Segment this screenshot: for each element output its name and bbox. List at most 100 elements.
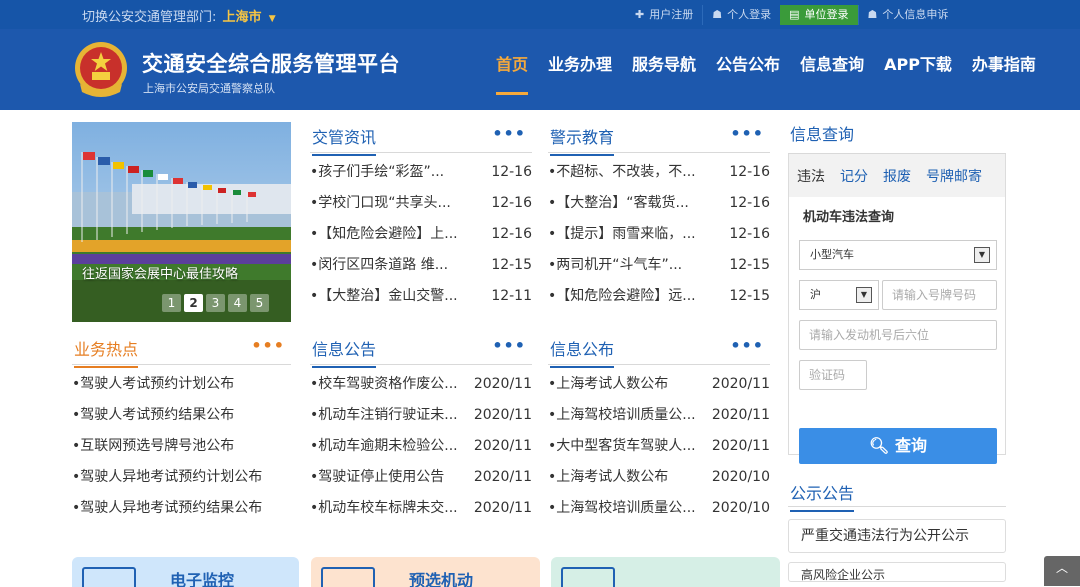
panel-title[interactable]: 信息公布 (550, 336, 615, 368)
list-item-title[interactable]: •孩子们手绘“彩盔”... (310, 157, 444, 188)
list-item-title[interactable]: •驾驶人异地考试预约结果公布 (72, 493, 262, 524)
list-item[interactable]: •驾驶人异地考试预约结果公布 (72, 493, 291, 524)
list-item[interactable]: •驾驶人考试预约结果公布 (72, 400, 291, 431)
list-item-title[interactable]: •不超标、不改装，不... (548, 157, 696, 188)
list-item-title[interactable]: •【提示】雨雪来临，... (548, 219, 696, 250)
list-item-title[interactable]: •机动车校车标牌未交... (310, 493, 458, 524)
service-card-third[interactable] (551, 557, 780, 587)
list-item-title[interactable]: •驾驶证停止使用公告 (310, 462, 444, 493)
panel-title[interactable]: 交管资讯 (312, 124, 377, 156)
list-item[interactable]: •【大整治】金山交警... 12-11 (310, 281, 532, 312)
nav-app-download[interactable]: APP下载 (874, 51, 962, 75)
list-item-title[interactable]: •上海考试人数公布 (548, 369, 668, 400)
list-item[interactable]: •【知危险会避险】远... 12-15 (548, 281, 770, 312)
department-switcher[interactable]: 切换公安交通管理部门: 上海市 ▼ (82, 6, 276, 25)
list-item[interactable]: •【知危险会避险】上... 12-16 (310, 219, 532, 250)
carousel-caption[interactable]: 往返国家会展中心最佳攻略 (82, 263, 238, 282)
list-item[interactable]: •【大整治】“客载货... 12-16 (548, 188, 770, 219)
nav-announcements[interactable]: 公告公布 (706, 51, 790, 75)
more-icon[interactable]: ••• (730, 336, 764, 355)
query-button[interactable]: 🔍︎ 查询 (799, 428, 997, 464)
list-item[interactable]: •孩子们手绘“彩盔”... 12-16 (310, 157, 532, 188)
list-item[interactable]: •上海考试人数公布 2020/11 (548, 369, 770, 400)
list-item[interactable]: •驾驶人异地考试预约计划公布 (72, 462, 291, 493)
panel-title[interactable]: 信息公告 (312, 336, 377, 368)
nav-service-guide[interactable]: 服务导航 (622, 51, 706, 75)
nav-info-query[interactable]: 信息查询 (790, 51, 874, 75)
list-item[interactable]: •大中型客货车驾驶人... 2020/11 (548, 431, 770, 462)
list-item[interactable]: •上海驾校培训质量公... 2020/11 (548, 400, 770, 431)
more-icon[interactable]: ••• (492, 124, 526, 143)
service-card-plate[interactable]: 预选机动 (311, 557, 540, 587)
panel-title[interactable]: 警示教育 (550, 124, 615, 156)
carousel-page-2[interactable]: 2 (184, 294, 203, 312)
notice-item[interactable]: 严重交通违法行为公开公示 (788, 519, 1006, 553)
back-to-top-button[interactable]: ︿ (1044, 556, 1080, 586)
list-item-title[interactable]: •上海驾校培训质量公... (548, 493, 696, 524)
list-item[interactable]: •闵行区四条道路 维... 12-15 (310, 250, 532, 281)
list-item-title[interactable]: •学校门口现“共享头... (310, 188, 451, 219)
list-item-title[interactable]: •机动车注销行驶证未... (310, 400, 458, 431)
list-item-title[interactable]: •上海驾校培训质量公... (548, 400, 696, 431)
tab-scrap[interactable]: 报废 (883, 166, 911, 186)
carousel-page-1[interactable]: 1 (162, 294, 181, 312)
dropdown-arrow-icon[interactable]: ▼ (856, 287, 872, 303)
list-item-title[interactable]: •两司机开“斗气车”... (548, 250, 682, 281)
list-item-title[interactable]: •驾驶人考试预约结果公布 (72, 400, 234, 431)
city-selector[interactable]: 上海市 (223, 10, 262, 25)
company-login-link[interactable]: ▤ 单位登录 (780, 5, 858, 25)
captcha-input[interactable]: 验证码 (799, 360, 867, 390)
more-icon[interactable]: ••• (251, 336, 285, 355)
list-item-title[interactable]: •【知危险会避险】远... (548, 281, 696, 312)
tab-points[interactable]: 记分 (840, 166, 868, 186)
vehicle-type-select[interactable]: 小型汽车 ▼ (799, 240, 997, 270)
personal-login-link[interactable]: ☗ 个人登录 (702, 5, 780, 25)
list-item[interactable]: •机动车逾期未检验公... 2020/11 (310, 431, 532, 462)
list-item[interactable]: •机动车注销行驶证未... 2020/11 (310, 400, 532, 431)
list-item[interactable]: •上海驾校培训质量公... 2020/10 (548, 493, 770, 524)
news-carousel[interactable]: 往返国家会展中心最佳攻略 1 2 3 4 5 (72, 122, 291, 322)
list-item-title[interactable]: •校车驾驶资格作废公... (310, 369, 458, 400)
list-item-title[interactable]: •驾驶人异地考试预约计划公布 (72, 462, 262, 493)
panel-title[interactable]: 业务热点 (74, 336, 139, 368)
tab-violation[interactable]: 违法 (797, 166, 825, 186)
list-item-title[interactable]: •【大整治】“客载货... (548, 188, 689, 219)
engine-number-input[interactable]: 请输入发动机号后六位 (799, 320, 997, 350)
list-item-title[interactable]: •驾驶人考试预约计划公布 (72, 369, 234, 400)
plate-number-input[interactable]: 请输入号牌号码 (882, 280, 997, 310)
list-item[interactable]: •机动车校车标牌未交... 2020/11 (310, 493, 532, 524)
nav-guide[interactable]: 办事指南 (962, 51, 1046, 75)
nav-business[interactable]: 业务办理 (538, 51, 622, 75)
list-item[interactable]: •【提示】雨雪来临，... 12-16 (548, 219, 770, 250)
list-item[interactable]: •驾驶人考试预约计划公布 (72, 369, 291, 400)
list-item[interactable]: •学校门口现“共享头... 12-16 (310, 188, 532, 219)
nav-home[interactable]: 首页 (486, 51, 538, 95)
list-item[interactable]: •驾驶证停止使用公告 2020/11 (310, 462, 532, 493)
carousel-page-5[interactable]: 5 (250, 294, 269, 312)
plate-prefix-select[interactable]: 沪 ▼ (799, 280, 879, 310)
caret-down-icon[interactable]: ▼ (269, 14, 276, 24)
list-item-title[interactable]: •闵行区四条道路 维... (310, 250, 448, 281)
service-card-camera[interactable]: 电子监控 (72, 557, 299, 587)
list-item[interactable]: •两司机开“斗气车”... 12-15 (548, 250, 770, 281)
notice-item[interactable]: 高风险企业公示 (788, 562, 1006, 582)
list-item[interactable]: •不超标、不改装，不... 12-16 (548, 157, 770, 188)
carousel-page-4[interactable]: 4 (228, 294, 247, 312)
more-icon[interactable]: ••• (492, 336, 526, 355)
list-item[interactable]: •上海考试人数公布 2020/10 (548, 462, 770, 493)
public-notice-title[interactable]: 公示公告 (790, 480, 855, 512)
list-item-title[interactable]: •【大整治】金山交警... (310, 281, 458, 312)
list-item-title[interactable]: •互联网预选号牌号池公布 (72, 431, 234, 462)
list-item-title[interactable]: •【知危险会避险】上... (310, 219, 458, 250)
dropdown-arrow-icon[interactable]: ▼ (974, 247, 990, 263)
appeal-link[interactable]: ☗ 个人信息申诉 (857, 5, 958, 25)
list-item[interactable]: •互联网预选号牌号池公布 (72, 431, 291, 462)
carousel-page-3[interactable]: 3 (206, 294, 225, 312)
tab-plate-mail[interactable]: 号牌邮寄 (926, 166, 982, 186)
list-item-title[interactable]: •大中型客货车驾驶人... (548, 431, 696, 462)
list-item[interactable]: •校车驾驶资格作废公... 2020/11 (310, 369, 532, 400)
list-item-title[interactable]: •上海考试人数公布 (548, 462, 668, 493)
register-link[interactable]: ✚ 用户注册 (626, 5, 702, 25)
more-icon[interactable]: ••• (730, 124, 764, 143)
list-item-title[interactable]: •机动车逾期未检验公... (310, 431, 458, 462)
